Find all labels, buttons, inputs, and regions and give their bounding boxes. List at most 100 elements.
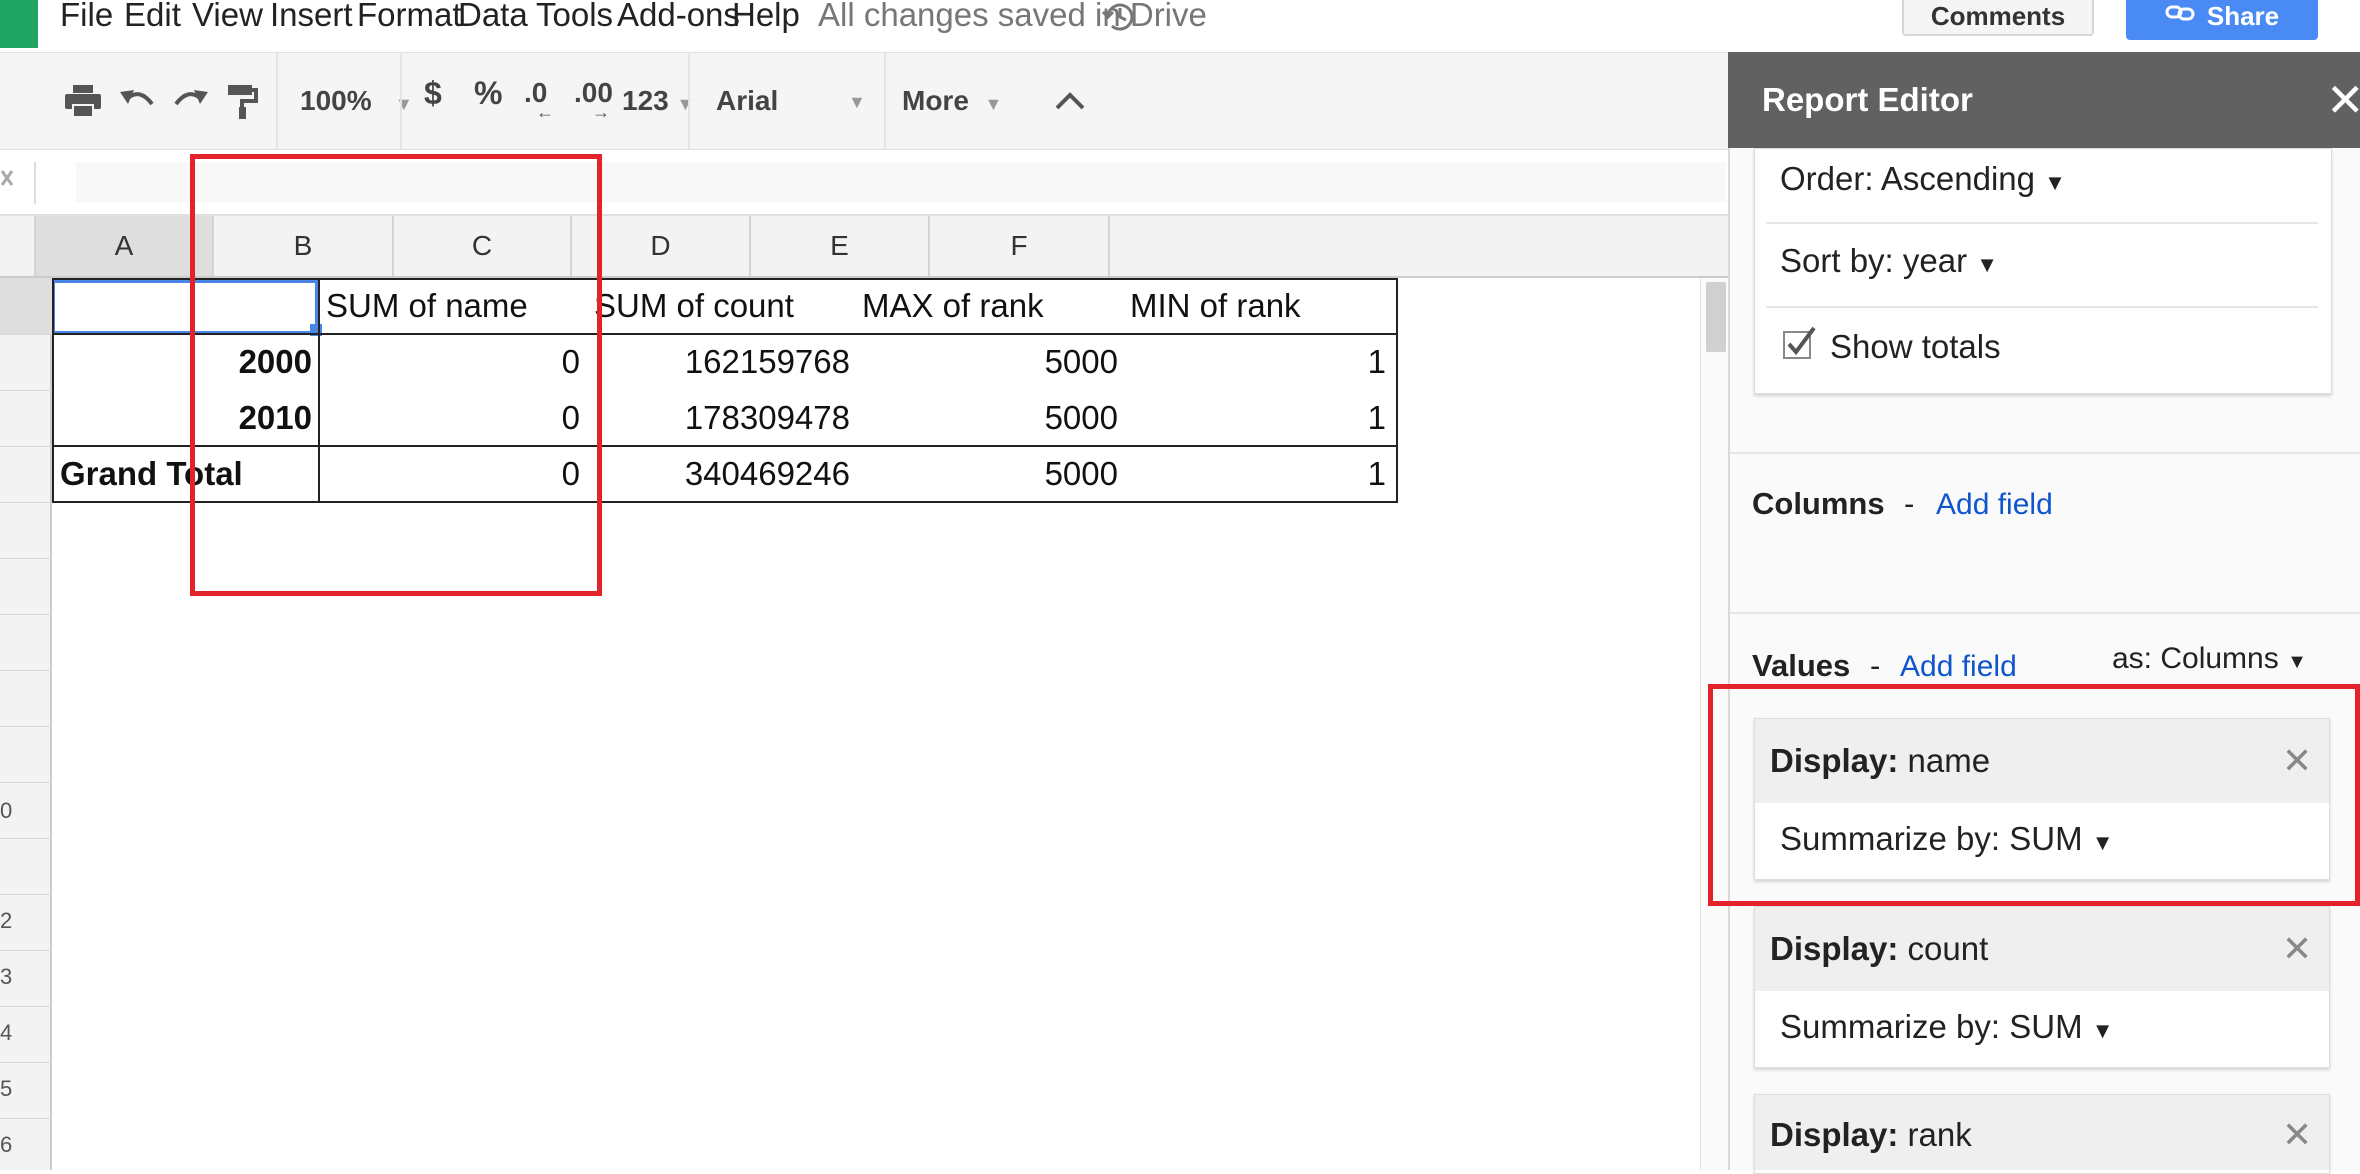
close-icon[interactable]: ✕ (2326, 74, 2360, 126)
percent-format-button[interactable]: % (474, 66, 502, 120)
pivot-header-sum-count[interactable]: SUM of count (594, 278, 860, 334)
pivot-border (52, 278, 54, 503)
menu-view[interactable]: View (192, 0, 263, 31)
row-divider (0, 390, 52, 391)
toolbar-divider (688, 52, 690, 150)
row-number[interactable]: 5 (0, 1076, 50, 1102)
number-format-label: 123 (622, 85, 669, 116)
order-dropdown[interactable]: Order: Ascending ▼ (1780, 160, 2066, 198)
highlight-box-column-b (190, 154, 602, 596)
share-button[interactable]: Share (2126, 0, 2318, 40)
undo-icon[interactable] (118, 74, 158, 128)
select-all-corner[interactable] (0, 216, 36, 276)
value-display-label: Display: count (1770, 930, 1988, 968)
section-divider (1730, 612, 2360, 614)
summarize-by-dropdown[interactable]: Summarize by: SUM ▼ (1780, 1008, 2114, 1046)
toolbar-divider (400, 52, 402, 150)
divider (1766, 306, 2318, 308)
show-totals-checkbox[interactable] (1782, 326, 1816, 360)
chevron-down-icon: ▼ (984, 94, 1003, 114)
currency-format-button[interactable]: $ (424, 66, 442, 120)
comments-button[interactable]: Comments (1902, 0, 2094, 36)
caret-down-icon: ▼ (2091, 1018, 2114, 1043)
menu-file[interactable]: File (60, 0, 113, 31)
grand-total-cell[interactable]: 340469246 (588, 446, 856, 502)
font-select[interactable]: Arial (716, 74, 778, 128)
redo-icon[interactable] (170, 74, 210, 128)
pivot-border (1396, 278, 1398, 503)
pivot-cell[interactable]: 178309478 (588, 390, 856, 446)
save-status[interactable]: All changes saved in Drive (818, 0, 1207, 31)
collapse-toolbar-icon[interactable] (1050, 74, 1090, 128)
values-add-field-link[interactable]: Add field (1900, 650, 2017, 684)
formula-divider (34, 162, 36, 204)
sort-by-dropdown[interactable]: Sort by: year ▼ (1780, 242, 1998, 280)
zoom-select[interactable]: 100% ▼ (300, 74, 413, 128)
row-number[interactable]: 2 (0, 908, 50, 934)
row-number[interactable]: 3 (0, 964, 50, 990)
zoom-value: 100% (300, 85, 372, 116)
menu-help[interactable]: Help (732, 0, 800, 31)
sheets-logo[interactable] (0, 0, 38, 48)
row-divider (0, 558, 52, 559)
row-number[interactable]: 6 (0, 1132, 50, 1158)
remove-value-icon[interactable]: ✕ (2282, 928, 2312, 970)
row-number[interactable]: 0 (0, 798, 50, 824)
row-header-selected[interactable] (0, 278, 52, 334)
pivot-cell[interactable]: 162159768 (588, 334, 856, 390)
menu-insert[interactable]: Insert (270, 0, 353, 31)
caret-down-icon: ▼ (2287, 651, 2307, 673)
pivot-header-max-rank[interactable]: MAX of rank (862, 278, 1128, 334)
divider (1766, 222, 2318, 224)
column-header-f[interactable]: F (930, 216, 1110, 276)
scrollbar-thumb[interactable] (1706, 282, 1726, 352)
row-divider (0, 670, 52, 671)
column-header-e[interactable]: E (751, 216, 930, 276)
number-format-select[interactable]: 123 ▼ (622, 74, 694, 128)
highlight-box-value-name (1708, 684, 2360, 906)
toolbar-divider (884, 52, 886, 150)
menu-edit[interactable]: Edit (124, 0, 181, 31)
grand-total-cell[interactable]: 1 (1124, 446, 1392, 502)
history-icon[interactable] (1100, 0, 1140, 34)
chevron-down-icon[interactable]: ▼ (848, 92, 866, 113)
dash-separator: - (1870, 648, 1881, 683)
menu-format[interactable]: Format (357, 0, 462, 31)
paint-format-icon[interactable] (222, 74, 262, 128)
pivot-cell[interactable]: 5000 (856, 390, 1124, 446)
font-label: Arial (716, 85, 779, 116)
display-label: Display: (1770, 1116, 1899, 1153)
column-header-a[interactable]: A (36, 216, 214, 276)
row-divider (0, 1118, 52, 1119)
menu-tools[interactable]: Tools (536, 0, 613, 31)
value-field-name: rank (1907, 1116, 1972, 1153)
row-divider (0, 614, 52, 615)
pivot-header-min-rank[interactable]: MIN of rank (1130, 278, 1396, 334)
pivot-cell[interactable]: 1 (1124, 334, 1392, 390)
values-as-label: as: Columns (2112, 642, 2279, 675)
section-divider (1730, 452, 2360, 454)
pivot-cell[interactable]: 5000 (856, 334, 1124, 390)
more-label: More (902, 85, 969, 116)
row-divider (0, 502, 52, 503)
row-number[interactable]: 4 (0, 1020, 50, 1046)
report-editor-title: Report Editor (1762, 81, 1973, 118)
remove-value-icon[interactable]: ✕ (2282, 1114, 2312, 1156)
values-as-dropdown[interactable]: as: Columns ▼ (2112, 642, 2307, 676)
menu-addons[interactable]: Add-ons (617, 0, 740, 31)
menu-data[interactable]: Data (458, 0, 528, 31)
row-divider (0, 950, 52, 951)
columns-add-field-link[interactable]: Add field (1936, 488, 2053, 522)
row-divider (0, 334, 52, 335)
print-icon[interactable] (62, 74, 104, 128)
value-display-label: Display: rank (1770, 1116, 1972, 1154)
caret-down-icon: ▼ (1976, 252, 1999, 277)
arrow-left-icon: ← (536, 102, 554, 122)
grand-total-cell[interactable]: 5000 (856, 446, 1124, 502)
row-divider (0, 782, 52, 783)
row-divider (0, 446, 52, 447)
more-button[interactable]: More ▼ (902, 74, 1002, 128)
pivot-cell[interactable]: 1 (1124, 390, 1392, 446)
order-label: Order: Ascending (1780, 160, 2035, 197)
dash-separator: - (1904, 486, 1915, 521)
